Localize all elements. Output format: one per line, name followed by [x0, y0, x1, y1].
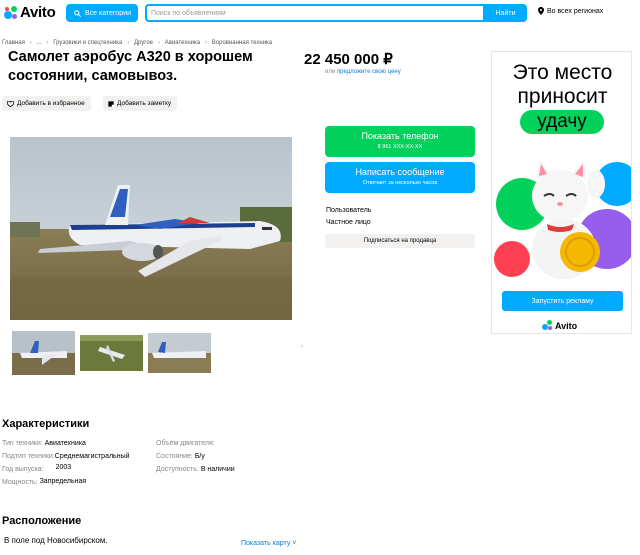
location-heading: Расположение [2, 515, 82, 527]
ad-banner[interactable]: Это место приносит удачу Запустить рекла… [491, 51, 632, 334]
top-header: Avito Все категории Поиск по объявлениям… [0, 0, 640, 26]
write-message-label: Написать сообщение [355, 167, 445, 177]
heart-icon [7, 100, 14, 107]
show-phone-label: Показать телефон [361, 131, 439, 141]
launch-ad-button[interactable]: Запустить рекламу [502, 291, 623, 311]
breadcrumb: Главная › ... › Грузовики и спецтехника › Д… [2, 40, 273, 46]
photo-thumbnail-3[interactable] [148, 333, 211, 373]
char-item: Подтип техники:Среднемагистральный [2, 453, 130, 460]
breadcrumb-item[interactable]: Воровнанная техника [212, 40, 272, 46]
chevron-down-icon: ˅ [292, 540, 297, 547]
add-to-favorites-button[interactable]: Добавить в избранное [2, 96, 91, 111]
region-label: Во всех регионах [547, 7, 604, 15]
phone-masked: 8 961 XXX-XX-XX [377, 144, 423, 150]
add-note-button[interactable]: Добавить заметку [103, 96, 178, 111]
write-message-button[interactable]: Написать сообщение Отвечает за несколько… [325, 162, 475, 193]
ad-brand-text: Avito [555, 320, 578, 331]
note-icon [108, 100, 114, 107]
avito-logo-icon [542, 320, 553, 331]
ad-line-2: приносит [517, 85, 608, 108]
show-map-link[interactable]: Показать карту ˅ [241, 540, 296, 547]
price-hint-prefix: или [325, 69, 336, 75]
photo-thumbnail-1[interactable] [12, 331, 75, 375]
location-address: В поле под Новосибирском. [4, 536, 108, 545]
categories-label: Все категории [85, 9, 131, 17]
plane-photo-image [10, 137, 292, 320]
char-item: Год выпуска: 2003 [2, 464, 72, 473]
show-map-label: Показать карту [241, 540, 291, 547]
breadcrumb-item[interactable]: Другое [134, 40, 153, 46]
char-item: Состояние: Б/у [156, 453, 205, 460]
char-item: Тип техники: Авиатехника [2, 440, 86, 447]
ad-avito-logo: Avito [542, 320, 577, 331]
breadcrumb-item[interactable]: Авиатехника [165, 40, 200, 46]
show-phone-button[interactable]: Показать телефон 8 961 XXX-XX-XX [325, 126, 475, 157]
thumbnail-image [148, 333, 211, 373]
breadcrumb-item[interactable]: Грузовики и спецтехника [53, 40, 122, 46]
location-pin-icon [538, 7, 544, 15]
avito-logo-icon [4, 5, 18, 20]
favorites-label: Добавить в избранное [17, 100, 85, 107]
ad-line-1: Это место [512, 61, 613, 84]
listing-title: Самолет аэробус А320 в хорошем состоянии… [8, 49, 253, 84]
char-item: Доступность: В наличии [156, 466, 235, 473]
char-item: Мощность: Запредельная [2, 478, 87, 486]
reply-time: Отвечает за несколько часов [362, 180, 438, 186]
avito-logo[interactable]: Avito [4, 4, 56, 21]
listing-price: 22 450 000 ₽ [304, 51, 393, 68]
breadcrumb-item[interactable]: ... [37, 40, 42, 46]
thumbnail-image [80, 335, 143, 371]
seller-type: Частное лицо [326, 219, 371, 226]
breadcrumb-item[interactable]: Главная [2, 40, 25, 46]
search-icon [74, 9, 81, 17]
note-label: Добавить заметку [117, 100, 172, 107]
region-selector[interactable]: Во всех регионах [538, 7, 603, 15]
all-categories-button[interactable]: Все категории [66, 4, 138, 22]
seller-name[interactable]: Пользователь [326, 207, 371, 214]
ad-line-3: удачу [520, 110, 604, 134]
photo-thumbnail-2[interactable] [80, 335, 143, 371]
char-item: Объём двигателя: [156, 440, 215, 447]
search-button[interactable]: Найти [484, 4, 527, 22]
price-offer-hint: или предложите свою цену [325, 69, 401, 75]
gallery-more-indicator: › [301, 344, 303, 350]
search-input[interactable]: Поиск по объявлениям [145, 4, 485, 22]
offer-price-link[interactable]: предложите свою цену [337, 69, 401, 75]
thumbnail-image [12, 331, 75, 375]
characteristics-heading: Характеристики [2, 418, 90, 430]
lucky-cat-illustration [494, 159, 631, 279]
main-photo[interactable] [10, 137, 292, 320]
subscribe-seller-button[interactable]: Подписаться на продавца [325, 234, 475, 248]
logo-text: Avito [20, 4, 56, 21]
